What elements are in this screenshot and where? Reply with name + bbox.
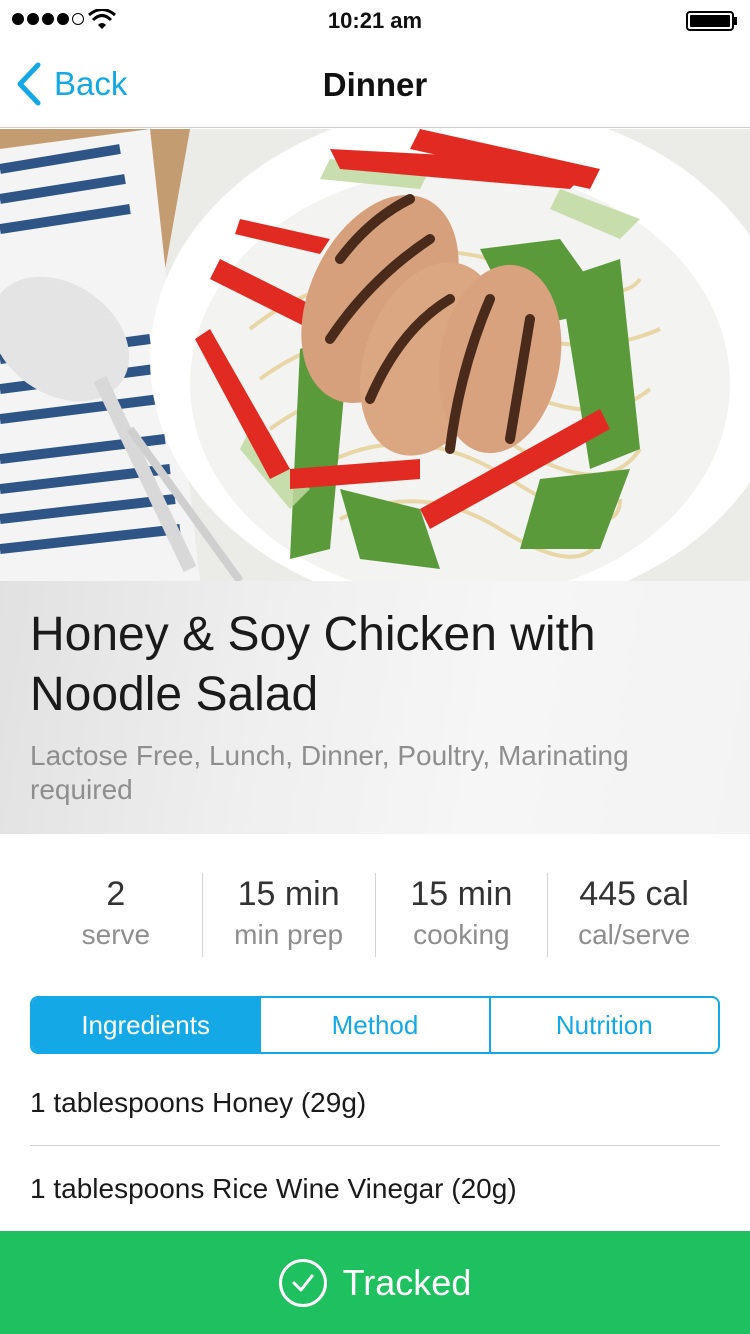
check-icon — [278, 1258, 327, 1307]
stat-label: serve — [81, 919, 151, 950]
stat-cooking-time: 15 min cooking — [376, 873, 549, 957]
stat-value: 15 min — [410, 875, 513, 913]
list-item: 1 tablespoons Honey (29g) — [30, 1060, 720, 1146]
stat-serves: 2 serve — [30, 873, 203, 957]
list-item: 1 tablespoons Rice Wine Vinegar (20g) — [30, 1173, 517, 1204]
tab-ingredients[interactable]: Ingredients — [32, 998, 262, 1052]
page-title: Dinner — [322, 66, 428, 103]
recipe-header: Honey & Soy Chicken with Noodle Salad La… — [0, 581, 750, 834]
recipe-title: Honey & Soy Chicken with Noodle Salad — [30, 608, 596, 721]
stat-label: cal/serve — [578, 919, 691, 950]
battery-icon — [686, 11, 737, 31]
status-bar: 10:21 am — [0, 0, 750, 40]
status-time: 10:21 am — [327, 8, 423, 33]
ingredients-list: 1 tablespoons Honey (29g) 1 tablespoons … — [30, 1060, 720, 1232]
stat-value: 2 — [106, 875, 126, 913]
tab-nutrition[interactable]: Nutrition — [491, 998, 718, 1052]
navigation-bar: Back Dinner — [0, 40, 750, 128]
stat-label: cooking — [413, 919, 510, 950]
recipe-tags: Lactose Free, Lunch, Dinner, Poultry, Ma… — [30, 740, 629, 805]
recipe-stats: 2 serve 15 min min prep 15 min cooking 4… — [30, 873, 720, 957]
tab-method[interactable]: Method — [261, 998, 491, 1052]
stat-value: 15 min — [237, 875, 340, 913]
stat-value: 445 cal — [579, 875, 689, 913]
stat-label: min prep — [234, 919, 344, 950]
recipe-photo — [0, 129, 750, 581]
tracked-label: Tracked — [342, 1261, 472, 1303]
stat-calories: 445 cal cal/serve — [548, 873, 720, 957]
stat-prep-time: 15 min min prep — [203, 873, 376, 957]
tracked-button[interactable]: Tracked — [0, 1231, 750, 1334]
recipe-screen: 10:21 am Back Dinner Honey & Soy Chicken… — [0, 0, 750, 1334]
recipe-tabs: Ingredients Method Nutrition — [30, 996, 720, 1054]
